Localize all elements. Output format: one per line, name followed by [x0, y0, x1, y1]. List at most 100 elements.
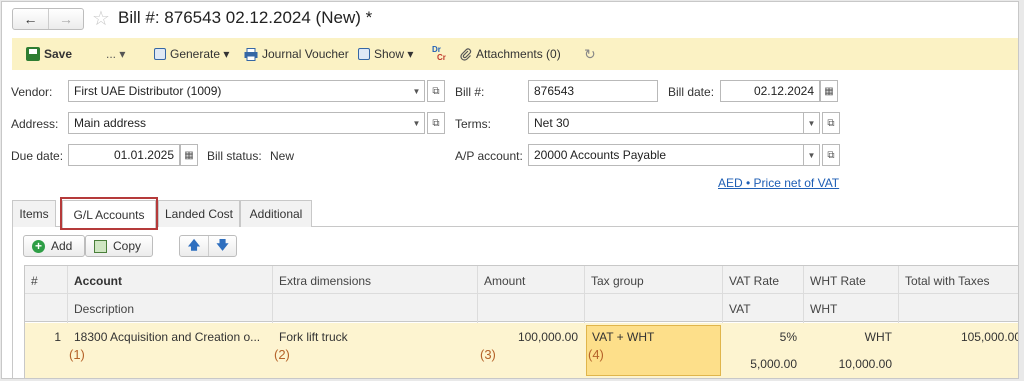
show-button[interactable]: Show ▾: [358, 47, 413, 61]
copy-row-button[interactable]: Copy: [85, 235, 153, 257]
tab-strip: Items G/L Accounts Landed Cost Additiona…: [12, 200, 1018, 228]
tab-landed-cost[interactable]: Landed Cost: [158, 200, 240, 227]
history-nav: ← →: [12, 8, 84, 30]
tab-items[interactable]: Items: [12, 200, 56, 227]
calendar-icon[interactable]: ▦: [820, 80, 838, 102]
journal-voucher-label: Journal Voucher: [262, 47, 349, 61]
bill-window: ← → ☆ Bill #: 876543 02.12.2024 (New) * …: [1, 1, 1019, 379]
arrow-right-icon: →: [58, 11, 73, 27]
tax-group-value[interactable]: VAT + WHT: [592, 330, 716, 344]
refresh-icon[interactable]: ↻: [584, 46, 596, 63]
add-icon: +: [32, 239, 45, 253]
command-bar: Save ... ▾ Generate ▾ Journal Voucher Sh…: [12, 38, 1018, 70]
header-total-with-taxes[interactable]: Total with Taxes: [899, 266, 1018, 294]
terms-field[interactable]: Net 30: [528, 112, 804, 134]
save-button[interactable]: Save: [26, 47, 72, 61]
forward-button[interactable]: →: [47, 9, 83, 29]
back-button[interactable]: ←: [13, 9, 48, 29]
terms-dropdown-icon[interactable]: ▼: [804, 112, 820, 134]
add-row-button[interactable]: + Add: [23, 235, 85, 257]
arrow-left-icon: ←: [23, 11, 38, 27]
marker-4: (4): [588, 347, 604, 362]
gl-accounts-highlight-box: [60, 197, 158, 230]
dr-cr-button[interactable]: Dr Cr: [432, 46, 446, 62]
printer-icon: [244, 47, 258, 61]
header-wht[interactable]: WHT: [804, 294, 898, 322]
vat-amount-cell: 5,000.00: [750, 357, 797, 371]
dr-cr-icon: Dr Cr: [432, 46, 446, 62]
amount-cell[interactable]: 100,000.00: [480, 330, 578, 344]
header-tax-group[interactable]: Tax group: [585, 266, 722, 294]
paperclip-icon: [460, 47, 472, 61]
ap-account-field[interactable]: 20000 Accounts Payable: [528, 144, 804, 166]
row-number: 1: [54, 330, 61, 344]
cr-text: Cr: [437, 53, 446, 62]
vendor-field[interactable]: First UAE Distributor (1009): [68, 80, 410, 102]
gl-accounts-table: # Account Extra dimensions Amount Tax gr…: [24, 265, 1019, 378]
favorite-star-icon[interactable]: ☆: [92, 6, 110, 31]
copy-label: Copy: [113, 239, 142, 253]
vat-rate-cell[interactable]: 5%: [725, 330, 797, 344]
extra-dimensions-cell[interactable]: Fork lift truck: [279, 330, 469, 344]
header-description[interactable]: Description: [68, 294, 272, 322]
ap-account-dropdown-icon[interactable]: ▼: [804, 144, 820, 166]
generate-icon: [154, 48, 166, 60]
show-icon: [358, 48, 370, 60]
vendor-open-icon[interactable]: ⧉: [427, 80, 445, 102]
move-up-icon[interactable]: 🡅: [180, 236, 208, 256]
ap-account-open-icon[interactable]: ⧉: [822, 144, 840, 166]
save-label: Save: [44, 47, 73, 61]
generate-button[interactable]: Generate ▾: [154, 47, 229, 61]
bill-date-label: Bill date:: [668, 85, 715, 99]
total-with-taxes-cell: 105,000.00: [960, 330, 1019, 344]
due-date-field[interactable]: 01.01.2025: [68, 144, 180, 166]
bill-status-label: Bill status:: [207, 149, 262, 163]
attachments-label: Attachments (0): [476, 47, 561, 61]
currency-price-link[interactable]: AED • Price net of VAT: [718, 176, 839, 190]
terms-open-icon[interactable]: ⧉: [822, 112, 840, 134]
vendor-label: Vendor:: [11, 85, 53, 99]
header-wht-rate[interactable]: WHT Rate: [804, 266, 898, 294]
header-amount[interactable]: Amount: [478, 266, 584, 294]
wht-rate-cell[interactable]: WHT: [806, 330, 892, 344]
bill-number-field[interactable]: 876543: [528, 80, 658, 102]
address-open-icon[interactable]: ⧉: [427, 112, 445, 134]
generate-label: Generate ▾: [170, 47, 230, 61]
terms-label: Terms:: [455, 117, 491, 131]
address-label: Address:: [11, 117, 59, 131]
bill-no-label: Bill #:: [455, 85, 485, 99]
address-dropdown-icon[interactable]: ▼: [409, 112, 425, 134]
title-bar: ← → ☆ Bill #: 876543 02.12.2024 (New) *: [2, 2, 1018, 34]
bill-date-field[interactable]: 02.12.2024: [720, 80, 820, 102]
address-field[interactable]: Main address: [68, 112, 410, 134]
copy-icon: [94, 239, 107, 253]
header-row-1: # Account Extra dimensions Amount Tax gr…: [25, 266, 1018, 294]
add-label: Add: [51, 239, 73, 253]
header-extra-dimensions[interactable]: Extra dimensions: [273, 266, 477, 294]
move-row-buttons: 🡅 🡇: [179, 235, 237, 257]
due-date-calendar-icon[interactable]: ▦: [180, 144, 198, 166]
tab-additional[interactable]: Additional: [240, 200, 312, 227]
ap-account-label: A/P account:: [455, 149, 523, 163]
header-number[interactable]: #: [25, 266, 67, 294]
marker-3: (3): [480, 347, 496, 362]
attachments-button[interactable]: Attachments (0): [460, 47, 561, 61]
wht-amount-cell: 10,000.00: [838, 357, 892, 371]
bill-status-value: New: [270, 149, 295, 163]
journal-voucher-button[interactable]: Journal Voucher: [244, 47, 349, 61]
header-row-2: Description VAT WHT: [25, 294, 1018, 322]
table-row[interactable]: 1 18300 Acquisition and Creation o... Fo…: [25, 323, 1019, 378]
page-title: Bill #: 876543 02.12.2024 (New) *: [118, 8, 373, 27]
marker-1: (1): [69, 347, 85, 362]
show-label: Show ▾: [374, 47, 414, 61]
due-date-label: Due date:: [11, 149, 64, 163]
header-vat-rate[interactable]: VAT Rate: [723, 266, 803, 294]
vendor-dropdown-icon[interactable]: ▼: [409, 80, 425, 102]
more-actions-button[interactable]: ... ▾: [106, 47, 125, 61]
header-account[interactable]: Account: [68, 266, 272, 294]
account-cell[interactable]: 18300 Acquisition and Creation o...: [74, 330, 270, 344]
header-vat[interactable]: VAT: [723, 294, 803, 322]
save-icon: [26, 47, 40, 61]
move-down-icon[interactable]: 🡇: [208, 236, 236, 256]
marker-2: (2): [274, 347, 290, 362]
